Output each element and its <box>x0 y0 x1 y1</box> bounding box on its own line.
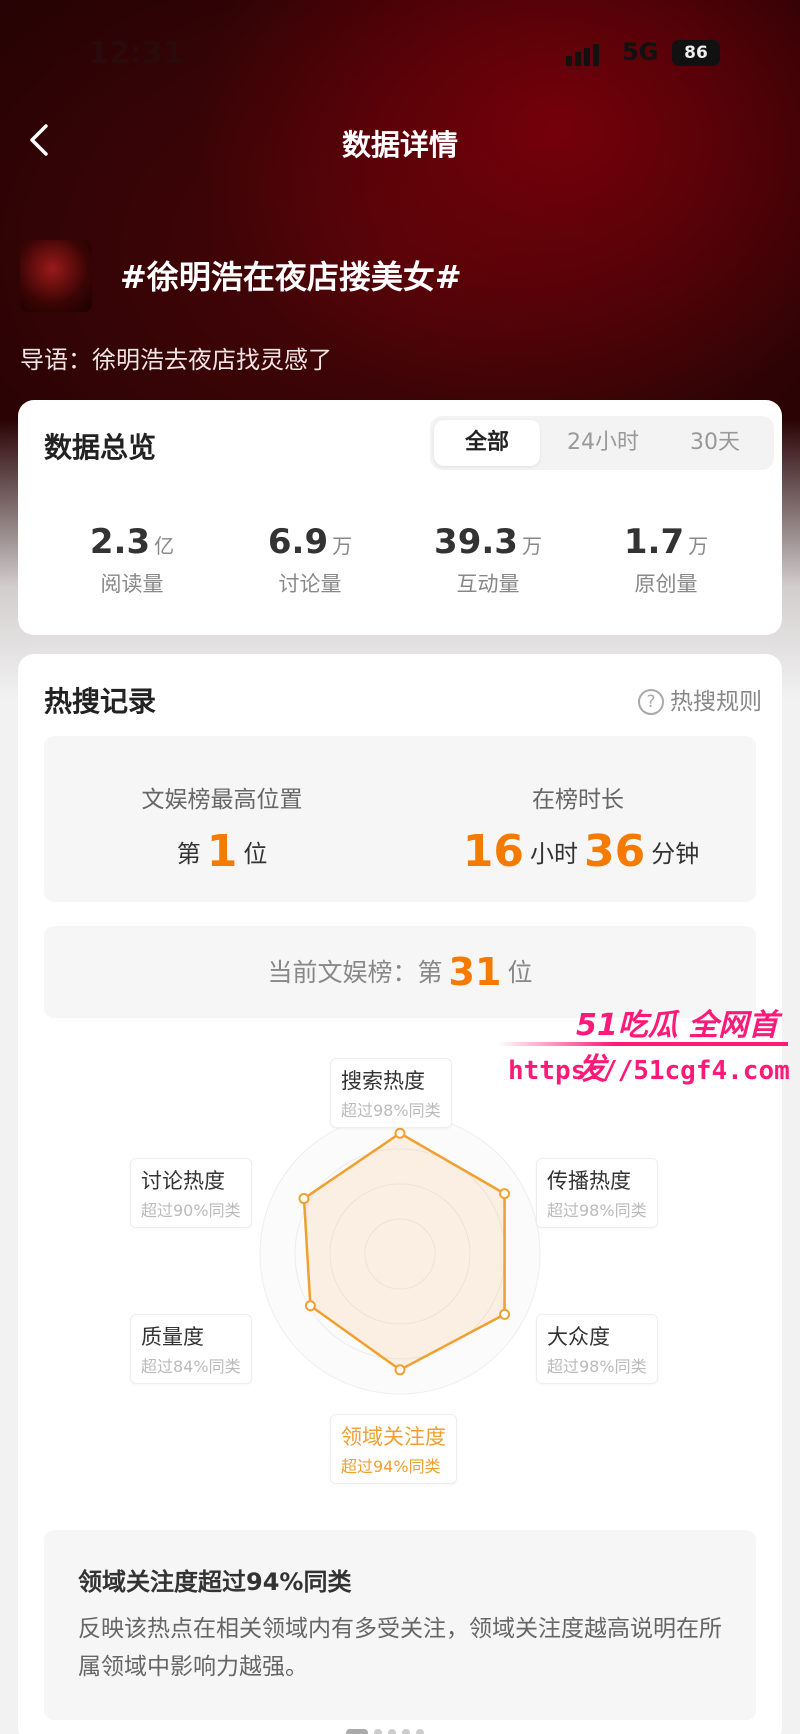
peak-prefix: 第 <box>176 840 201 868</box>
radar-axis-name: 讨论热度 <box>141 1169 225 1193</box>
time-range-tabs: 全部 24小时 30天 <box>430 416 774 470</box>
radar-point-0 <box>394 1127 406 1139</box>
hours-unit: 小时 <box>530 840 578 868</box>
radar-chart: 搜索热度 超过98%同类 传播热度 超过98%同类 大众度 超过98%同类 领域… <box>18 1044 782 1484</box>
battery-icon: 86 <box>672 40 720 66</box>
stat-unit: 万 <box>688 534 709 558</box>
ranking-summary: 文娱榜最高位置 在榜时长 第1位 16 小时 36 分钟 <box>44 736 756 902</box>
duration-value: 16 小时 36 分钟 <box>400 826 756 877</box>
topic-title: #徐明浩在夜店搂美女# <box>120 258 462 296</box>
duration-hours: 16 <box>462 826 524 877</box>
radar-axis-sub: 超过98%同类 <box>341 1101 441 1120</box>
stat-label: 原创量 <box>634 572 698 596</box>
radar-point-3 <box>394 1364 406 1376</box>
tab-30d[interactable]: 30天 <box>662 420 768 466</box>
current-suffix: 位 <box>507 958 533 987</box>
hot-search-rules-link[interactable]: ? 热搜规则 <box>638 682 762 716</box>
page-title: 数据详情 <box>341 128 458 162</box>
radar-point-5 <box>298 1193 310 1205</box>
radar-axis-sub: 超过98%同类 <box>547 1357 647 1376</box>
hot-search-card: 热搜记录 ? 热搜规则 文娱榜最高位置 在榜时长 第1位 16 小时 36 分钟 当前文… <box>18 654 782 1734</box>
network-type: 5G <box>622 38 659 66</box>
radar-axis-name: 质量度 <box>141 1325 204 1349</box>
current-number: 31 <box>448 950 502 994</box>
radar-axis-name: 搜索热度 <box>341 1069 425 1093</box>
radar-axis-name: 传播热度 <box>547 1169 631 1193</box>
stat-interactions: 39.3 万 互动量 <box>398 522 578 598</box>
stat-discussions: 6.9 万 讨论量 <box>220 522 400 598</box>
stat-reads: 2.3 亿 阅读量 <box>42 522 222 598</box>
topic-thumbnail <box>20 240 92 312</box>
stat-value: 6.9 <box>267 522 329 562</box>
stat-unit: 亿 <box>154 534 175 558</box>
radar-point-4 <box>304 1300 316 1312</box>
stat-value: 2.3 <box>89 522 151 562</box>
question-icon: ? <box>638 689 664 715</box>
radar-axis-name: 大众度 <box>547 1325 610 1349</box>
hot-search-title: 热搜记录 <box>44 685 157 718</box>
metric-description: 领域关注度超过94%同类 反映该热点在相关领域内有多受关注，领域关注度越高说明在… <box>44 1530 756 1720</box>
status-bar: 12:31 5G 86 <box>0 30 800 80</box>
overview-card: 数据总览 全部 24小时 30天 2.3 亿 阅读量 6.9 万 讨论量 39.3 万… <box>18 400 782 635</box>
radar-axis-sub: 超过98%同类 <box>547 1201 647 1220</box>
radar-label-domain[interactable]: 领域关注度 超过94%同类 <box>330 1414 457 1484</box>
peak-position-value: 第1位 <box>44 826 400 877</box>
stat-value: 1.7 <box>623 522 685 562</box>
radar-point-1 <box>499 1188 511 1200</box>
description-text: 反映该热点在相关领域内有多受关注，领域关注度越高说明在所属领域中影响力越强。 <box>78 1616 722 1680</box>
nav-bar: 数据详情 <box>0 110 800 170</box>
page-indicator <box>346 1722 430 1734</box>
description-title: 领域关注度超过94%同类 <box>78 1568 352 1596</box>
peak-position-label: 文娱榜最高位置 <box>141 787 303 813</box>
tab-all[interactable]: 全部 <box>434 420 540 466</box>
radar-axis-sub: 超过90%同类 <box>141 1201 241 1220</box>
current-prefix: 当前文娱榜：第 <box>267 958 443 987</box>
topic-intro: 导语：徐明浩去夜店找灵感了 <box>20 346 332 374</box>
radar-axis-sub: 超过84%同类 <box>141 1357 241 1376</box>
minutes-unit: 分钟 <box>651 840 700 868</box>
duration-label: 在榜时长 <box>532 787 624 813</box>
radar-label-quality[interactable]: 质量度 超过84%同类 <box>130 1314 252 1384</box>
overview-title: 数据总览 <box>44 431 157 464</box>
tab-24h[interactable]: 24小时 <box>550 420 656 466</box>
stat-originals: 1.7 万 原创量 <box>576 522 756 598</box>
peak-suffix: 位 <box>243 840 268 868</box>
rules-label: 热搜规则 <box>670 689 762 715</box>
radar-label-discussion[interactable]: 讨论热度 超过90%同类 <box>130 1158 252 1228</box>
status-time: 12:31 <box>88 36 184 71</box>
watermark-url: https://51cgf4.com <box>508 1056 790 1086</box>
radar-axis-name: 领域关注度 <box>341 1425 446 1449</box>
stat-value: 39.3 <box>434 522 518 562</box>
stat-label: 互动量 <box>456 572 520 596</box>
signal-icon <box>566 44 602 70</box>
stat-label: 阅读量 <box>100 572 164 596</box>
stat-label: 讨论量 <box>278 572 342 596</box>
watermark: 51吃瓜 全网首发 https://51cgf4.com <box>496 1000 796 1100</box>
stat-unit: 万 <box>521 534 542 558</box>
duration-minutes: 36 <box>584 826 646 877</box>
radar-axis-sub: 超过94%同类 <box>341 1457 441 1476</box>
radar-label-spread[interactable]: 传播热度 超过98%同类 <box>536 1158 658 1228</box>
peak-number: 1 <box>206 826 238 877</box>
watermark-line <box>498 1042 788 1046</box>
stat-unit: 万 <box>332 534 353 558</box>
radar-point-2 <box>499 1308 511 1320</box>
radar-label-search[interactable]: 搜索热度 超过98%同类 <box>330 1058 452 1128</box>
radar-label-popularity[interactable]: 大众度 超过98%同类 <box>536 1314 658 1384</box>
